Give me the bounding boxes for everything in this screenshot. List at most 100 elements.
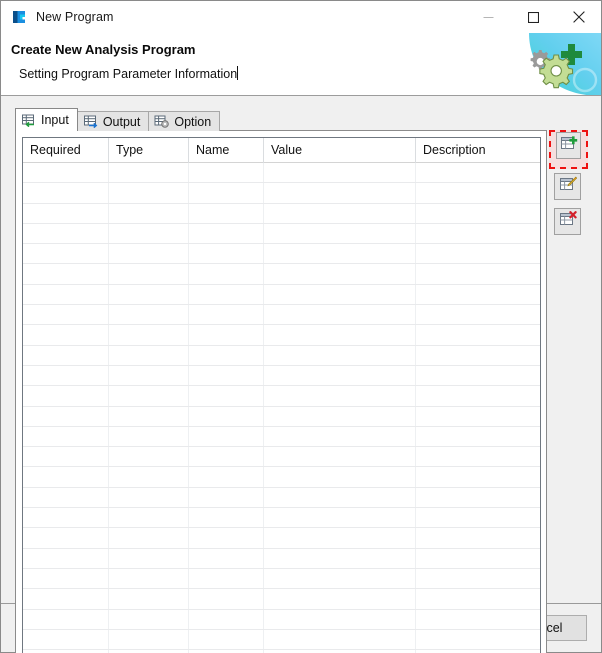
maximize-button[interactable] <box>511 1 556 33</box>
table-cell[interactable] <box>416 528 540 547</box>
table-cell[interactable] <box>264 365 416 386</box>
table-cell[interactable] <box>416 224 540 243</box>
tab-input[interactable]: Input <box>15 108 78 131</box>
table-cell[interactable] <box>109 568 189 589</box>
table-cell[interactable] <box>109 365 189 386</box>
table-cell[interactable] <box>189 345 264 365</box>
table-cell[interactable] <box>416 630 540 649</box>
table-cell[interactable] <box>264 508 416 528</box>
table-row[interactable] <box>23 589 540 610</box>
grid-body[interactable] <box>23 163 540 653</box>
table-cell[interactable] <box>264 244 416 264</box>
grid-column-header[interactable]: Value <box>264 138 416 163</box>
table-cell[interactable] <box>416 264 540 283</box>
table-row[interactable] <box>23 264 540 285</box>
grid-column-header[interactable]: Description <box>416 138 540 163</box>
table-cell[interactable] <box>189 325 264 345</box>
table-cell[interactable] <box>416 407 540 426</box>
add-row-button[interactable] <box>556 132 581 159</box>
table-cell[interactable] <box>264 467 416 487</box>
table-cell[interactable] <box>264 609 416 629</box>
table-cell[interactable] <box>416 488 540 507</box>
table-row[interactable] <box>23 223 540 245</box>
table-cell[interactable] <box>189 528 264 548</box>
table-cell[interactable] <box>264 345 416 365</box>
table-cell[interactable] <box>189 305 264 325</box>
table-cell[interactable] <box>189 467 264 487</box>
table-cell[interactable] <box>189 386 264 406</box>
table-cell[interactable] <box>23 508 109 528</box>
table-cell[interactable] <box>416 386 540 405</box>
table-row[interactable] <box>23 487 540 509</box>
table-cell[interactable] <box>23 426 109 447</box>
table-row[interactable] <box>23 406 540 427</box>
table-cell[interactable] <box>189 406 264 426</box>
table-cell[interactable] <box>23 467 109 487</box>
table-cell[interactable] <box>23 163 109 183</box>
table-row[interactable] <box>23 365 540 387</box>
table-cell[interactable] <box>416 285 540 304</box>
table-cell[interactable] <box>109 203 189 223</box>
table-cell[interactable] <box>264 568 416 589</box>
parameter-grid[interactable]: RequiredTypeNameValueDescription ❮ ❯ <box>22 137 541 653</box>
table-cell[interactable] <box>109 223 189 244</box>
table-row[interactable] <box>23 447 540 468</box>
table-cell[interactable] <box>189 568 264 589</box>
table-cell[interactable] <box>264 183 416 203</box>
table-cell[interactable] <box>264 487 416 508</box>
table-cell[interactable] <box>264 203 416 223</box>
table-cell[interactable] <box>264 163 416 183</box>
table-cell[interactable] <box>264 548 416 568</box>
table-cell[interactable] <box>416 427 540 446</box>
table-row[interactable] <box>23 548 540 569</box>
table-cell[interactable] <box>416 244 540 263</box>
table-cell[interactable] <box>264 223 416 244</box>
table-cell[interactable] <box>109 386 189 406</box>
table-row[interactable] <box>23 609 540 630</box>
table-cell[interactable] <box>109 629 189 650</box>
table-cell[interactable] <box>23 629 109 650</box>
table-row[interactable] <box>23 203 540 224</box>
table-cell[interactable] <box>264 284 416 305</box>
table-cell[interactable] <box>109 183 189 203</box>
edit-row-button[interactable] <box>554 173 581 200</box>
table-cell[interactable] <box>189 447 264 467</box>
tab-option[interactable]: Option <box>148 111 221 131</box>
table-cell[interactable] <box>189 223 264 244</box>
table-row[interactable] <box>23 163 540 184</box>
table-cell[interactable] <box>23 284 109 305</box>
table-cell[interactable] <box>416 467 540 486</box>
table-cell[interactable] <box>23 223 109 244</box>
table-row[interactable] <box>23 183 540 204</box>
table-cell[interactable] <box>189 244 264 264</box>
table-row[interactable] <box>23 568 540 590</box>
table-cell[interactable] <box>264 528 416 548</box>
grid-column-header[interactable]: Name <box>189 138 264 163</box>
table-cell[interactable] <box>109 345 189 365</box>
table-cell[interactable] <box>416 447 540 466</box>
table-cell[interactable] <box>189 609 264 629</box>
table-cell[interactable] <box>264 264 416 284</box>
table-row[interactable] <box>23 528 540 549</box>
table-cell[interactable] <box>264 305 416 325</box>
table-row[interactable] <box>23 284 540 306</box>
table-cell[interactable] <box>109 508 189 528</box>
table-cell[interactable] <box>189 365 264 386</box>
table-cell[interactable] <box>416 163 540 182</box>
table-cell[interactable] <box>189 183 264 203</box>
table-cell[interactable] <box>23 345 109 365</box>
table-cell[interactable] <box>109 284 189 305</box>
table-cell[interactable] <box>23 487 109 508</box>
grid-column-header[interactable]: Required <box>23 138 109 163</box>
table-cell[interactable] <box>23 305 109 325</box>
table-row[interactable] <box>23 467 540 488</box>
table-cell[interactable] <box>189 508 264 528</box>
table-cell[interactable] <box>416 569 540 588</box>
table-cell[interactable] <box>416 346 540 365</box>
table-cell[interactable] <box>416 549 540 568</box>
table-cell[interactable] <box>416 204 540 223</box>
delete-row-button[interactable] <box>554 208 581 235</box>
table-cell[interactable] <box>109 264 189 284</box>
table-cell[interactable] <box>23 447 109 467</box>
table-cell[interactable] <box>109 426 189 447</box>
